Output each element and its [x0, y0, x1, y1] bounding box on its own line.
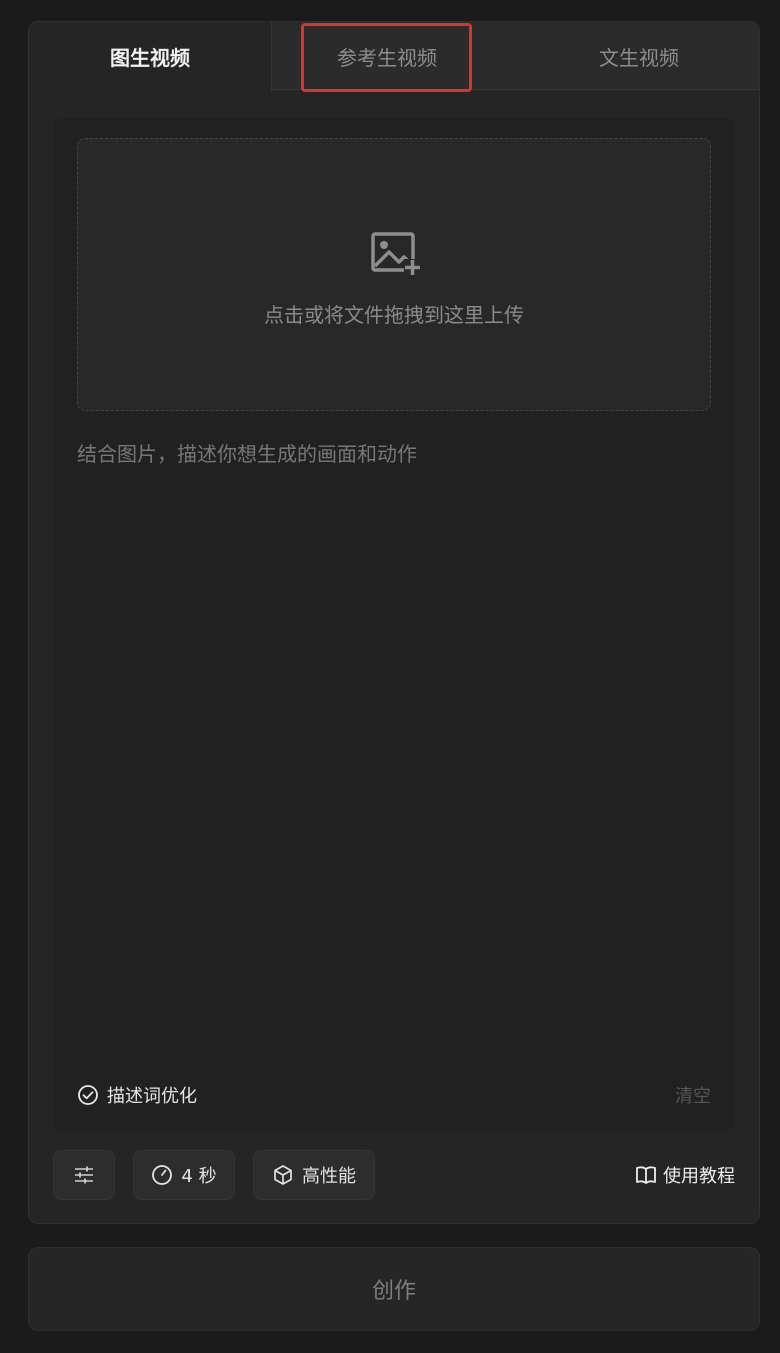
tutorial-link[interactable]: 使用教程: [635, 1150, 735, 1200]
prompt-optimize-toggle[interactable]: 描述词优化: [77, 1080, 197, 1110]
performance-mode-button[interactable]: 高性能: [253, 1150, 375, 1200]
tutorial-label: 使用教程: [663, 1166, 735, 1187]
performance-mode-label: 高性能: [302, 1166, 356, 1187]
book-icon: [635, 1165, 657, 1185]
clear-button[interactable]: 清空: [675, 1080, 711, 1110]
tab-text-to-video[interactable]: 文生视频: [554, 22, 724, 90]
upload-dropzone[interactable]: 点击或将文件拖拽到这里上传: [77, 138, 711, 411]
mode-tabs: 图生视频 参考生视频 文生视频: [29, 22, 759, 92]
create-button[interactable]: 创作: [28, 1247, 760, 1331]
duration-label: 4 秒: [181, 1166, 217, 1187]
upload-hint: 点击或将文件拖拽到这里上传: [264, 303, 524, 327]
prompt-optimize-label: 描述词优化: [107, 1086, 197, 1107]
settings-button[interactable]: [53, 1150, 115, 1200]
sliders-icon: [73, 1165, 95, 1185]
image-add-icon: [371, 231, 423, 277]
tab-image-to-video[interactable]: 图生视频: [29, 22, 272, 91]
check-circle-icon: [77, 1084, 99, 1106]
options-toolbar: 4 秒 高性能 使用教程: [53, 1150, 735, 1200]
generation-panel: 图生视频 参考生视频 文生视频 点击或将文件拖拽到这里上传 结合图片，描述你想生…: [28, 21, 760, 1224]
highlight-outline: [301, 23, 472, 92]
prompt-editor: 点击或将文件拖拽到这里上传 描述词优化 清空: [53, 118, 735, 1131]
prompt-input[interactable]: [77, 440, 711, 1040]
duration-button[interactable]: 4 秒: [133, 1150, 235, 1200]
cube-icon: [272, 1164, 294, 1186]
timer-icon: [151, 1164, 173, 1186]
